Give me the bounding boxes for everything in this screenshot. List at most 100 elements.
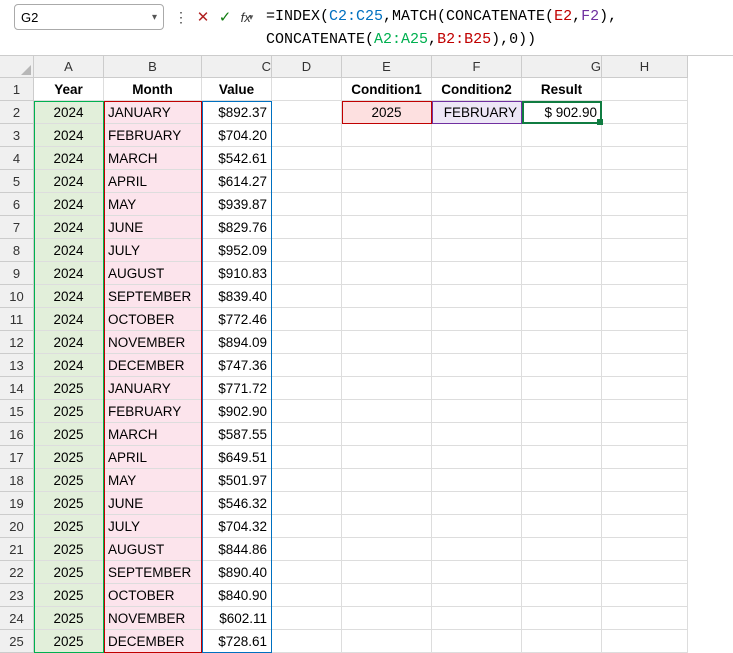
cell-H4[interactable] — [602, 147, 688, 170]
cell-E18[interactable] — [342, 469, 432, 492]
cell-G2[interactable]: $ 902.90 — [522, 101, 602, 124]
cell-F2[interactable]: FEBRUARY — [432, 101, 522, 124]
cell-C20[interactable]: $704.32 — [202, 515, 272, 538]
cell-F22[interactable] — [432, 561, 522, 584]
cell-F8[interactable] — [432, 239, 522, 262]
col-header-C[interactable]: C — [202, 56, 272, 78]
col-header-E[interactable]: E — [342, 56, 432, 78]
cell-E12[interactable] — [342, 331, 432, 354]
cell-B1[interactable]: Month — [104, 78, 202, 101]
cell-D18[interactable] — [272, 469, 342, 492]
cell-H2[interactable] — [602, 101, 688, 124]
cell-G22[interactable] — [522, 561, 602, 584]
row-header-8[interactable]: 8 — [0, 239, 34, 262]
spreadsheet-grid[interactable]: A B C D E F G H 1YearMonthValueCondition… — [0, 56, 733, 653]
cell-C16[interactable]: $587.55 — [202, 423, 272, 446]
cell-B4[interactable]: MARCH — [104, 147, 202, 170]
row-header-21[interactable]: 21 — [0, 538, 34, 561]
cell-B10[interactable]: SEPTEMBER — [104, 285, 202, 308]
cell-E2[interactable]: 2025 — [342, 101, 432, 124]
cell-C2[interactable]: $892.37 — [202, 101, 272, 124]
cell-F19[interactable] — [432, 492, 522, 515]
cancel-button[interactable]: ✕ — [192, 4, 214, 30]
cell-A5[interactable]: 2024 — [34, 170, 104, 193]
cell-F9[interactable] — [432, 262, 522, 285]
cell-A23[interactable]: 2025 — [34, 584, 104, 607]
col-header-D[interactable]: D — [272, 56, 342, 78]
cell-F17[interactable] — [432, 446, 522, 469]
cell-F25[interactable] — [432, 630, 522, 653]
cell-G7[interactable] — [522, 216, 602, 239]
cell-D16[interactable] — [272, 423, 342, 446]
cell-G4[interactable] — [522, 147, 602, 170]
cell-G5[interactable] — [522, 170, 602, 193]
cell-H21[interactable] — [602, 538, 688, 561]
cell-A21[interactable]: 2025 — [34, 538, 104, 561]
cell-B25[interactable]: DECEMBER — [104, 630, 202, 653]
name-box[interactable]: G2 ▾ — [14, 4, 164, 30]
cell-E3[interactable] — [342, 124, 432, 147]
cell-H17[interactable] — [602, 446, 688, 469]
cell-H14[interactable] — [602, 377, 688, 400]
row-header-19[interactable]: 19 — [0, 492, 34, 515]
row-header-12[interactable]: 12 — [0, 331, 34, 354]
cell-E19[interactable] — [342, 492, 432, 515]
cell-A20[interactable]: 2025 — [34, 515, 104, 538]
cell-B5[interactable]: APRIL — [104, 170, 202, 193]
cell-B21[interactable]: AUGUST — [104, 538, 202, 561]
cell-D6[interactable] — [272, 193, 342, 216]
cell-F16[interactable] — [432, 423, 522, 446]
cell-H13[interactable] — [602, 354, 688, 377]
cell-B18[interactable]: MAY — [104, 469, 202, 492]
cell-A16[interactable]: 2025 — [34, 423, 104, 446]
cell-H19[interactable] — [602, 492, 688, 515]
cell-C14[interactable]: $771.72 — [202, 377, 272, 400]
cell-H6[interactable] — [602, 193, 688, 216]
cell-E8[interactable] — [342, 239, 432, 262]
cell-H23[interactable] — [602, 584, 688, 607]
cell-D21[interactable] — [272, 538, 342, 561]
row-header-1[interactable]: 1 — [0, 78, 34, 101]
cell-C19[interactable]: $546.32 — [202, 492, 272, 515]
cell-G14[interactable] — [522, 377, 602, 400]
cell-A12[interactable]: 2024 — [34, 331, 104, 354]
cell-A1[interactable]: Year — [34, 78, 104, 101]
cell-B7[interactable]: JUNE — [104, 216, 202, 239]
cell-H8[interactable] — [602, 239, 688, 262]
row-header-5[interactable]: 5 — [0, 170, 34, 193]
cell-C5[interactable]: $614.27 — [202, 170, 272, 193]
row-header-18[interactable]: 18 — [0, 469, 34, 492]
cell-H11[interactable] — [602, 308, 688, 331]
cell-F1[interactable]: Condition2 — [432, 78, 522, 101]
cell-C23[interactable]: $840.90 — [202, 584, 272, 607]
select-all-corner[interactable] — [0, 56, 34, 78]
cell-B13[interactable]: DECEMBER — [104, 354, 202, 377]
cell-G19[interactable] — [522, 492, 602, 515]
cell-A8[interactable]: 2024 — [34, 239, 104, 262]
cell-A3[interactable]: 2024 — [34, 124, 104, 147]
cell-G18[interactable] — [522, 469, 602, 492]
cell-E24[interactable] — [342, 607, 432, 630]
cell-D23[interactable] — [272, 584, 342, 607]
cell-F12[interactable] — [432, 331, 522, 354]
cell-A17[interactable]: 2025 — [34, 446, 104, 469]
cell-E15[interactable] — [342, 400, 432, 423]
cell-B22[interactable]: SEPTEMBER — [104, 561, 202, 584]
cell-A6[interactable]: 2024 — [34, 193, 104, 216]
cell-C13[interactable]: $747.36 — [202, 354, 272, 377]
cell-E16[interactable] — [342, 423, 432, 446]
row-header-17[interactable]: 17 — [0, 446, 34, 469]
cell-A15[interactable]: 2025 — [34, 400, 104, 423]
cell-G10[interactable] — [522, 285, 602, 308]
cell-C6[interactable]: $939.87 — [202, 193, 272, 216]
cell-E9[interactable] — [342, 262, 432, 285]
row-header-2[interactable]: 2 — [0, 101, 34, 124]
row-header-23[interactable]: 23 — [0, 584, 34, 607]
cell-C1[interactable]: Value — [202, 78, 272, 101]
cell-B19[interactable]: JUNE — [104, 492, 202, 515]
cell-A24[interactable]: 2025 — [34, 607, 104, 630]
cell-H7[interactable] — [602, 216, 688, 239]
cell-G8[interactable] — [522, 239, 602, 262]
cell-F4[interactable] — [432, 147, 522, 170]
cell-E6[interactable] — [342, 193, 432, 216]
